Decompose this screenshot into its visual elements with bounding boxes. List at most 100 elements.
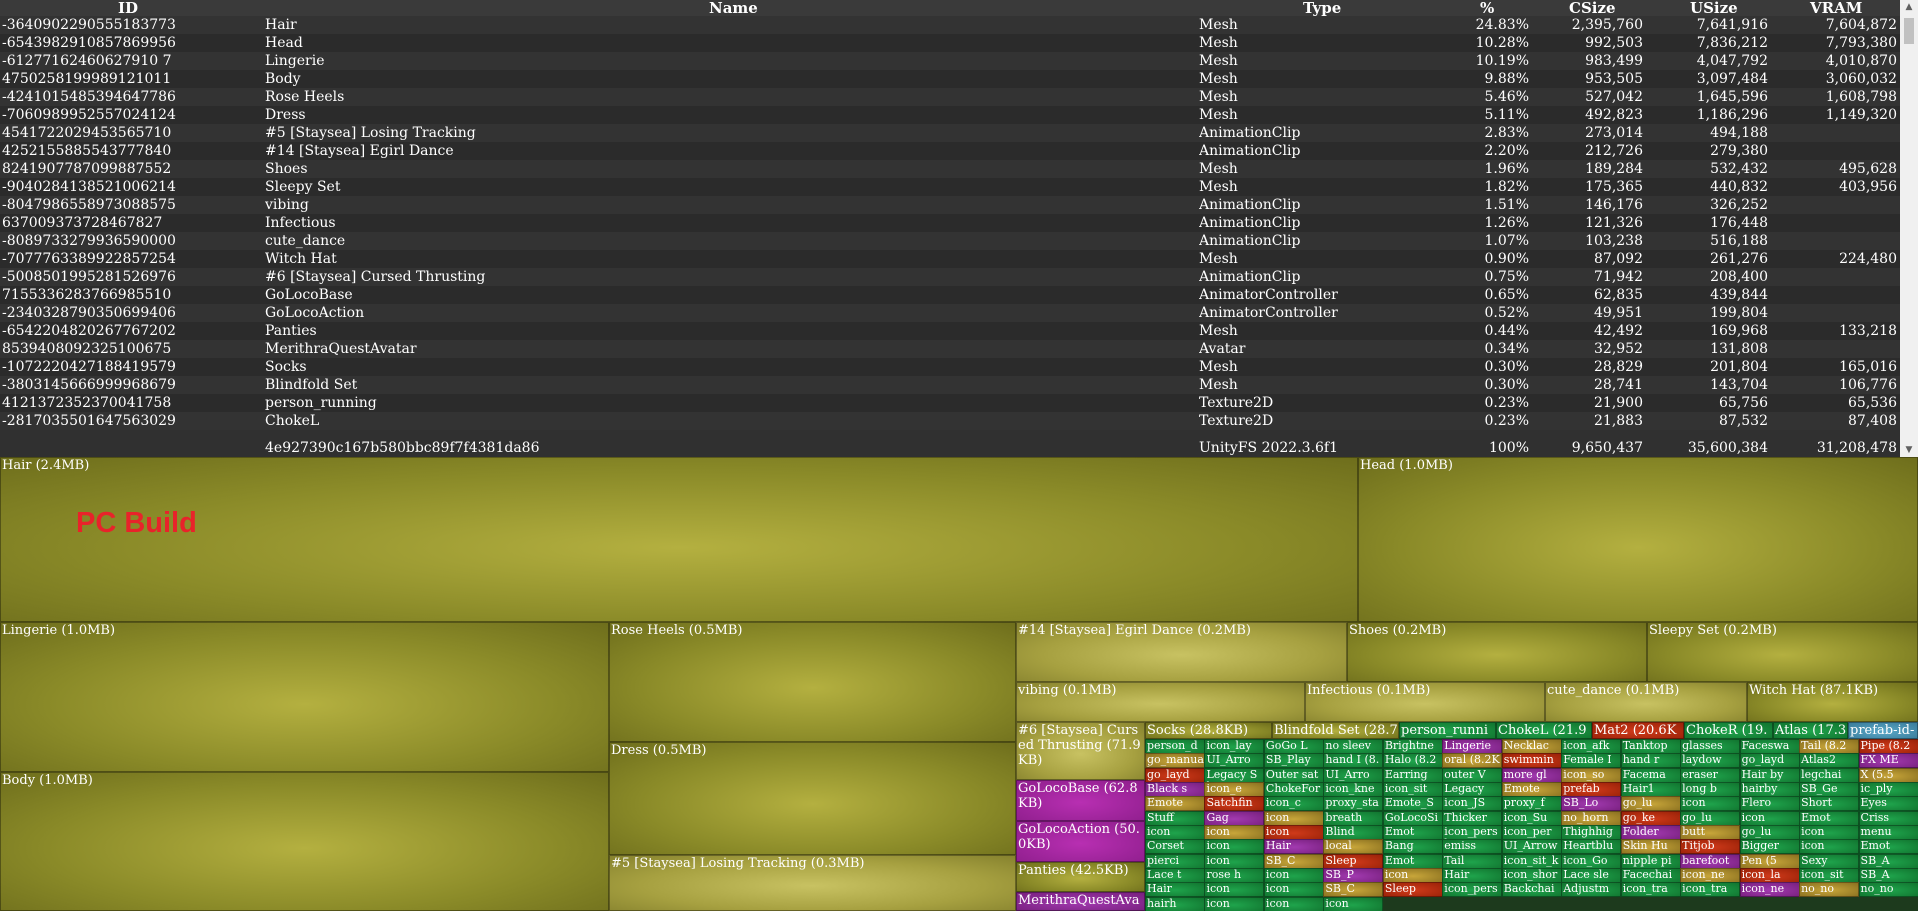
treemap-small-tile[interactable]: Outer sat (1263, 767, 1324, 783)
treemap-tile-sleepy[interactable]: Sleepy Set (0.2MB) (1647, 622, 1918, 682)
treemap-small-tile[interactable]: icon_short (1501, 868, 1562, 883)
treemap-small-tile[interactable]: Stuff (1145, 810, 1205, 826)
table-row[interactable]: -9040284138521006214 Sleepy Set Mesh 1.82% 1… (0, 178, 1900, 196)
treemap-tile-gobase[interactable]: GoLocoBase (62.8KB) (1016, 780, 1145, 821)
table-row[interactable]: -7077763389922857254 Witch Hat Mesh 0.90% 87… (0, 250, 1900, 268)
treemap-small-tile[interactable]: Folder (1620, 825, 1681, 840)
treemap-small-tile[interactable]: UI_Arro (1323, 767, 1384, 783)
table-row[interactable]: 7155336283766985510 GoLocoBase AnimatorCon… (0, 286, 1900, 304)
treemap-small-tile[interactable]: Satchfin (1204, 796, 1265, 812)
treemap-small-tile[interactable]: icon (1263, 896, 1324, 911)
treemap-small-tile[interactable]: go_lu (1739, 825, 1800, 840)
table-row[interactable]: -1072220427188419579 Socks Mesh 0.30% 28,829… (0, 358, 1900, 376)
treemap-tile-body[interactable]: Body (1.0MB) (0, 772, 609, 911)
treemap-small-tile[interactable]: icon_perso (1442, 882, 1503, 898)
treemap-small-tile[interactable]: Emot (1799, 810, 1860, 826)
column-header-name[interactable]: Name (709, 0, 758, 16)
column-header-percent[interactable]: % (1480, 0, 1494, 16)
treemap-small-tile[interactable]: icon (1204, 853, 1265, 869)
treemap-tile-infectious[interactable]: Infectious (0.1MB) (1305, 682, 1545, 722)
treemap-small-tile[interactable]: SB_Lo (1561, 796, 1622, 812)
treemap-small-tile[interactable]: icon (1323, 896, 1384, 911)
treemap-small-tile[interactable]: Tail (8.2 (1799, 739, 1860, 754)
treemap-small-tile[interactable]: hairby (1739, 782, 1800, 797)
treemap-small-tile[interactable]: Lace t (1145, 868, 1205, 883)
treemap-small-tile[interactable]: go_manual (1145, 753, 1205, 769)
treemap-small-tile[interactable]: local (1323, 839, 1384, 855)
treemap-small-tile[interactable]: UI_Arro (1204, 753, 1265, 769)
treemap-small-tile[interactable]: SB_P (1323, 868, 1384, 883)
treemap-small-tile[interactable]: SB_C (1323, 882, 1384, 898)
treemap-tile-prefab[interactable]: prefab-id-v (1848, 722, 1918, 739)
table-total-row[interactable]: 4e927390c167b580bbc89f7f4381da86 UnityFS… (0, 439, 1900, 457)
treemap-small-tile[interactable]: Emote (1145, 796, 1205, 812)
scroll-up-arrow-icon[interactable]: ▲ (1900, 0, 1918, 14)
treemap-small-tile[interactable]: no sleev (1323, 739, 1384, 754)
treemap-small-tile[interactable]: ChokeFore (1263, 782, 1324, 797)
treemap-tile-chokel[interactable]: ChokeL (21.9K (1496, 722, 1592, 739)
treemap-small-tile[interactable]: Brightne (1382, 739, 1443, 754)
treemap-small-tile[interactable]: go_ke (1620, 810, 1681, 826)
treemap-small-tile[interactable]: no_horn (1561, 810, 1622, 826)
treemap-small-tile[interactable]: Corset (1145, 839, 1205, 855)
treemap-small-tile[interactable]: go_layd (1145, 767, 1205, 783)
treemap-small-tile[interactable]: Hair by (1739, 767, 1800, 783)
table-row[interactable]: 8241907787099887552 Shoes Mesh 1.96% 189,284… (0, 160, 1900, 178)
treemap-small-tile[interactable]: prefab (1561, 782, 1622, 797)
treemap-small-tile[interactable]: Skin Hu (1620, 839, 1681, 855)
treemap-small-tile[interactable]: Thicker (1442, 810, 1503, 826)
table-row[interactable]: -3640902290555183773 Hair Mesh 24.83% 2,395,… (0, 16, 1900, 34)
treemap-small-tile[interactable]: go_lu (1620, 796, 1681, 812)
column-header-vram[interactable]: VRAM (1810, 0, 1862, 16)
treemap-small-tile[interactable]: Hair (1442, 868, 1503, 883)
treemap-small-tile[interactable]: Tanktop (1620, 739, 1681, 754)
treemap-small-tile[interactable]: Thighhig (1561, 825, 1622, 840)
treemap-small-tile[interactable]: nipple pi (1620, 853, 1681, 869)
treemap-small-tile[interactable]: icon_c (1263, 796, 1324, 812)
treemap-small-tile[interactable]: icon_ne (1680, 868, 1741, 883)
treemap-small-tile[interactable]: hairh (1145, 896, 1205, 911)
treemap-tile-atlas[interactable]: Atlas (17.3K (1773, 722, 1848, 739)
treemap-small-tile[interactable]: icon (1145, 825, 1205, 840)
treemap-small-tile[interactable]: icon (1739, 810, 1800, 826)
treemap-tile-panties[interactable]: Panties (42.5KB) (1016, 862, 1145, 892)
treemap-small-tile[interactable]: Emote_S (1382, 796, 1443, 812)
treemap-small-tile[interactable]: icon_sit (1382, 782, 1443, 797)
treemap-tile-losing[interactable]: #5 [Staysea] Losing Tracking (0.3MB) (609, 855, 1016, 911)
treemap-small-tile[interactable]: icon_so (1561, 767, 1622, 783)
treemap-small-tile[interactable]: hand I (8. (1323, 753, 1384, 769)
treemap-small-tile[interactable]: icon_afk (1561, 739, 1622, 754)
treemap-small-tile[interactable]: icon_la (1739, 868, 1800, 883)
treemap-small-tile[interactable]: icon_kne (1323, 782, 1384, 797)
treemap-small-tile[interactable]: oral (8.2K (1442, 753, 1503, 769)
treemap-small-tile[interactable]: Hair (1263, 839, 1324, 855)
treemap-small-tile[interactable]: hand r (1620, 753, 1681, 769)
treemap-small-tile[interactable]: SB_Play (1263, 753, 1324, 769)
treemap-small-tile[interactable]: Eyes (1858, 796, 1918, 812)
column-header-csize[interactable]: CSize (1569, 0, 1616, 16)
treemap-small-tile[interactable]: SB_A (1858, 853, 1918, 869)
treemap-small-tile[interactable]: SB_A (1858, 868, 1918, 883)
treemap-small-tile[interactable]: X (5.5 (1858, 767, 1918, 783)
treemap-small-tile[interactable]: Emot (1858, 839, 1918, 855)
treemap-small-tile[interactable]: icon (1263, 868, 1324, 883)
table-row[interactable]: 637009373728467827 Infectious AnimationCli… (0, 214, 1900, 232)
treemap-small-tile[interactable]: icon (1204, 825, 1265, 840)
treemap-small-tile[interactable]: Hair1 (1620, 782, 1681, 797)
treemap-small-tile[interactable]: GoLocoSit (1382, 810, 1443, 826)
treemap-small-tile[interactable]: Criss (1858, 810, 1918, 826)
column-header-id[interactable]: ID (118, 0, 138, 16)
scroll-down-arrow-icon[interactable]: ▼ (1900, 443, 1918, 457)
treemap-small-tile[interactable]: Hair (1145, 882, 1205, 898)
treemap-tile-person[interactable]: person_running (1399, 722, 1496, 739)
treemap-small-tile[interactable]: pierci (1145, 853, 1205, 869)
treemap-small-tile[interactable]: SB_C (1263, 853, 1324, 869)
treemap-small-tile[interactable]: menu (1858, 825, 1918, 840)
column-header-usize[interactable]: USize (1690, 0, 1738, 16)
treemap-small-tile[interactable]: icon_persb (1442, 825, 1503, 840)
treemap-small-tile[interactable]: long b (1680, 782, 1741, 797)
table-row[interactable]: -61277162460627910 7 Lingerie Mesh 10.19% 98… (0, 52, 1900, 70)
treemap-tile-mat2[interactable]: Mat2 (20.6KB) (1592, 722, 1684, 739)
treemap-small-tile[interactable]: Emote (1501, 782, 1562, 797)
table-row[interactable]: 4541722029453565710 #5 [Staysea] Losing T… (0, 124, 1900, 142)
